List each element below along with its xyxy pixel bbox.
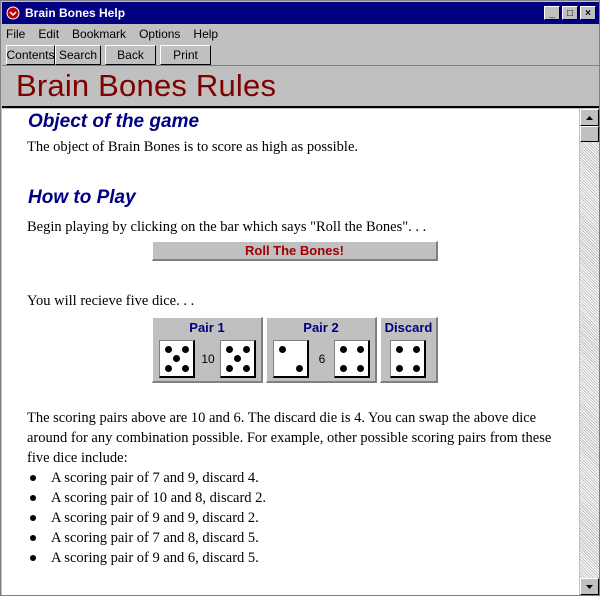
object-heading: Object of the game xyxy=(28,111,200,132)
help-window: Brain Bones Help _ □ × File Edit Bookmar… xyxy=(0,0,600,596)
example-list: A scoring pair of 7 and 9, discard 4. A … xyxy=(27,468,266,568)
die-five-icon[interactable] xyxy=(220,340,256,378)
list-item: A scoring pair of 9 and 9, discard 2. xyxy=(27,508,266,528)
scroll-down-button[interactable] xyxy=(580,578,599,595)
maximize-button[interactable]: □ xyxy=(562,6,578,20)
back-button[interactable]: Back xyxy=(105,44,156,65)
die-four-icon[interactable] xyxy=(390,340,426,378)
pair-1-panel: Pair 1 10 xyxy=(152,317,263,383)
list-item: A scoring pair of 7 and 9, discard 4. xyxy=(27,468,266,488)
discard-panel: Discard xyxy=(380,317,438,383)
menu-edit[interactable]: Edit xyxy=(38,27,59,41)
minimize-icon: _ xyxy=(549,7,555,19)
app-icon xyxy=(5,5,21,21)
die-four-icon[interactable] xyxy=(334,340,370,378)
pair-2-panel: Pair 2 6 xyxy=(266,317,377,383)
list-item: A scoring pair of 7 and 8, discard 5. xyxy=(27,528,266,548)
menu-bar: File Edit Bookmark Options Help xyxy=(2,24,599,43)
page-title: Brain Bones Rules xyxy=(16,68,277,103)
contents-button[interactable]: Contents xyxy=(6,44,55,65)
menu-options[interactable]: Options xyxy=(139,27,180,41)
die-five-icon[interactable] xyxy=(159,340,195,378)
roll-the-bones-button[interactable]: Roll The Bones! xyxy=(152,241,438,261)
toolbar: Contents Search Back Print xyxy=(2,44,599,66)
window-title: Brain Bones Help xyxy=(25,6,126,20)
topic-header: Brain Bones Rules xyxy=(2,66,599,108)
menu-help[interactable]: Help xyxy=(193,27,218,41)
pair-2-label: Pair 2 xyxy=(303,320,339,335)
scroll-thumb[interactable] xyxy=(580,126,599,142)
menu-bookmark[interactable]: Bookmark xyxy=(72,27,126,41)
menu-file[interactable]: File xyxy=(6,27,25,41)
arrow-down-icon xyxy=(586,584,593,589)
scroll-up-button[interactable] xyxy=(580,109,599,126)
pair-2-sum: 6 xyxy=(318,352,326,366)
arrow-up-icon xyxy=(586,115,593,120)
vertical-scrollbar[interactable] xyxy=(579,109,599,595)
pair-1-sum: 10 xyxy=(201,352,215,366)
title-bar[interactable]: Brain Bones Help _ □ × xyxy=(2,2,599,24)
die-two-icon[interactable] xyxy=(273,340,309,378)
print-button[interactable]: Print xyxy=(160,44,211,65)
list-item: A scoring pair of 9 and 6, discard 5. xyxy=(27,548,266,568)
close-icon: × xyxy=(585,7,591,19)
search-button[interactable]: Search xyxy=(55,44,101,65)
dice-intro: You will recieve five dice. . . xyxy=(27,293,195,309)
list-item: A scoring pair of 10 and 8, discard 2. xyxy=(27,488,266,508)
close-button[interactable]: × xyxy=(580,6,596,20)
how-to-play-heading: How to Play xyxy=(28,187,136,208)
help-content: Object of the game The object of Brain B… xyxy=(2,109,579,595)
pair-1-label: Pair 1 xyxy=(189,320,225,335)
minimize-button[interactable]: _ xyxy=(544,6,560,20)
discard-label: Discard xyxy=(384,320,433,335)
maximize-icon: □ xyxy=(566,7,574,19)
how-to-play-intro: Begin playing by clicking on the bar whi… xyxy=(27,219,427,235)
scoring-explanation: The scoring pairs above are 10 and 6. Th… xyxy=(27,410,552,466)
object-text: The object of Brain Bones is to score as… xyxy=(27,139,359,155)
